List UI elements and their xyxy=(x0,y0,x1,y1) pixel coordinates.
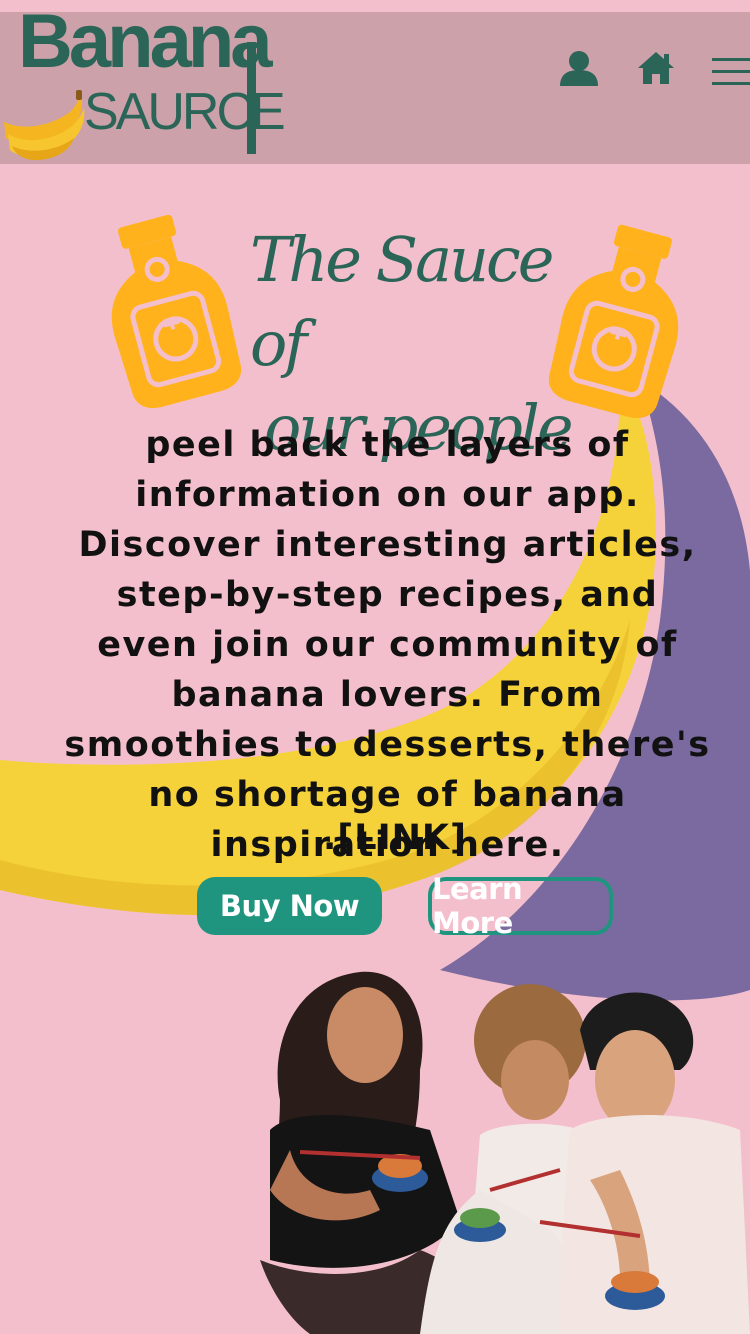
sauce-bottle-left-icon xyxy=(111,214,242,409)
user-icon[interactable] xyxy=(558,50,600,86)
hero-link[interactable]: .[LINK] xyxy=(0,818,750,858)
menu-icon[interactable] xyxy=(712,56,750,88)
hero-title-line1: The Sauce of xyxy=(250,223,554,380)
family-eating-photo xyxy=(260,971,750,1334)
hero-description: peel back the layers of information on o… xyxy=(64,425,711,865)
buy-now-button[interactable]: Buy Now xyxy=(197,877,382,935)
learn-more-button[interactable]: Learn More xyxy=(428,872,613,940)
brand-logo[interactable]: Banana SAURCE xyxy=(0,4,286,164)
logo-bar xyxy=(247,42,256,154)
home-icon[interactable] xyxy=(636,50,676,86)
site-header: Banana SAURCE xyxy=(0,4,750,164)
brand-name-top: Banana xyxy=(18,0,273,84)
banana-bunch-icon xyxy=(4,90,85,161)
